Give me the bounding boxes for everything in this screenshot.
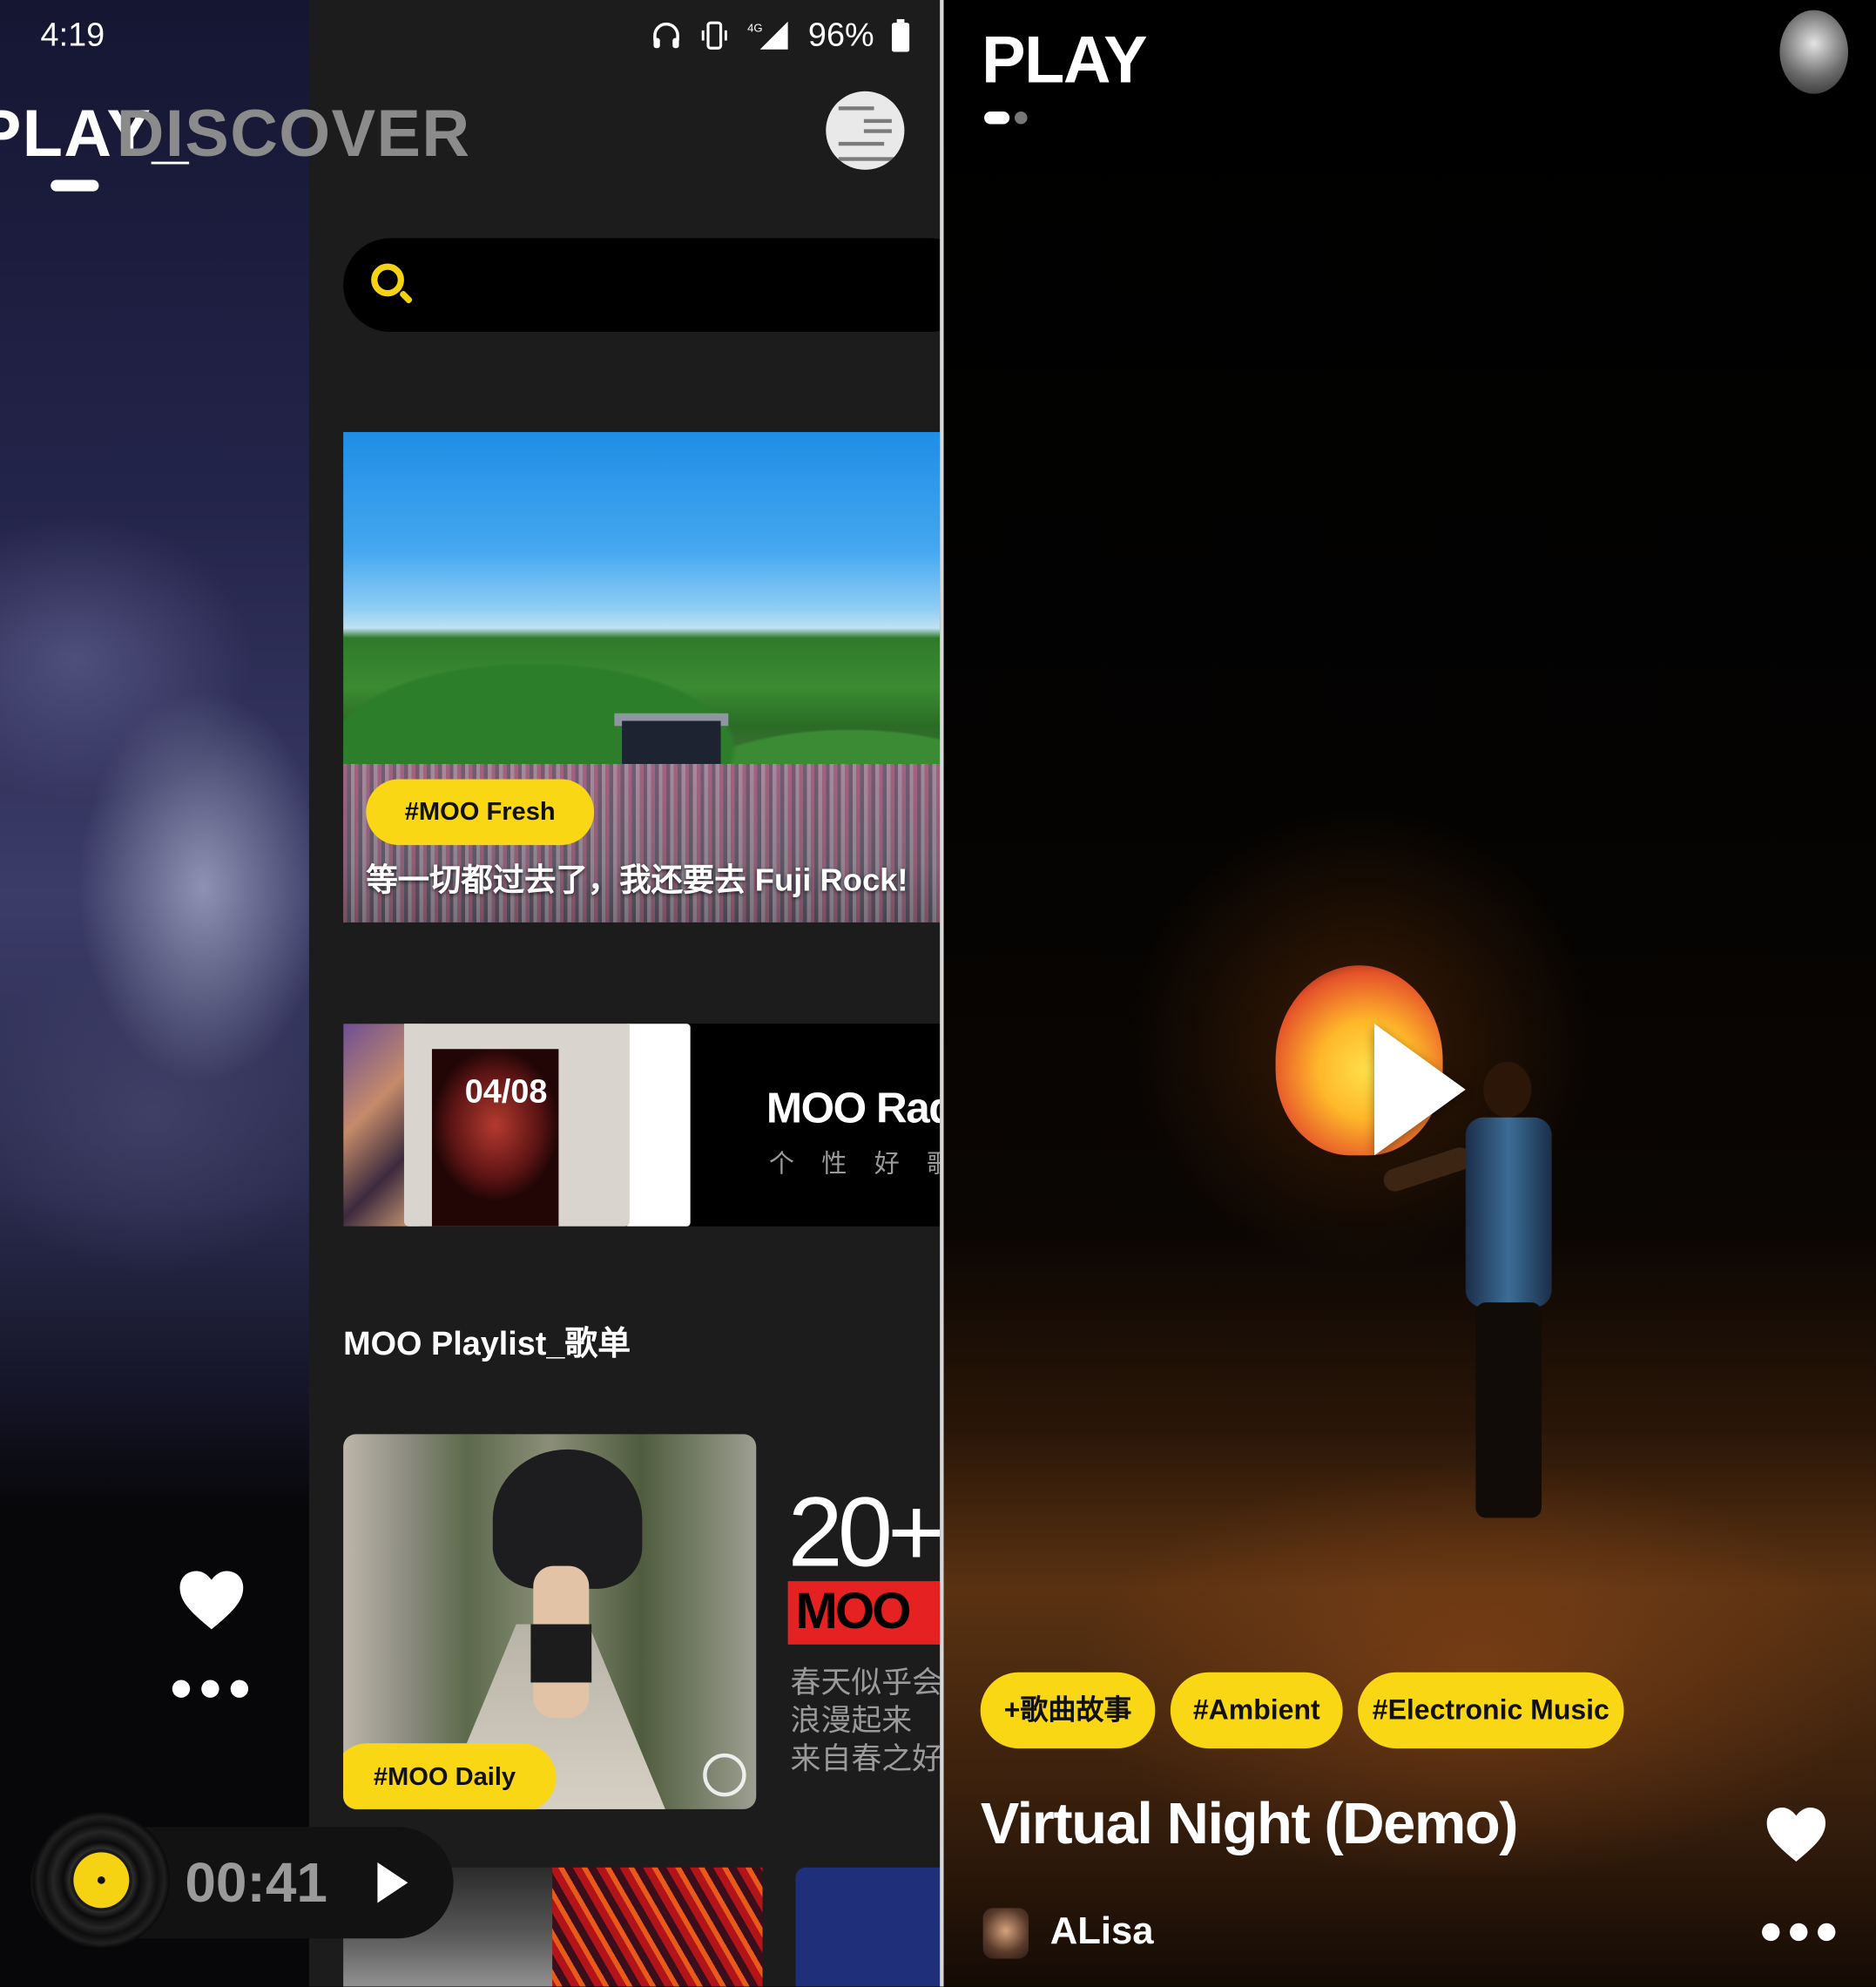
status-icons: 4G 96%: [651, 15, 910, 54]
more-options-icon[interactable]: [172, 1679, 249, 1698]
play-button[interactable]: [1374, 1024, 1466, 1156]
discover-panel: 4G 96% DISCOVER #MOO Fresh 等一切都过去了，我还要去 …: [308, 0, 941, 1987]
tab-active-indicator: [51, 179, 99, 192]
vinyl-record-icon: [32, 1811, 170, 1949]
headphones-icon: [653, 22, 679, 48]
app-screen: 4:19 PLAY_ 4G 96% DISCOVER: [0, 0, 1876, 1987]
promo-line: 来自春之好: [790, 1741, 941, 1777]
playlist-thumbnail[interactable]: [795, 1867, 941, 1987]
search-input[interactable]: [343, 238, 941, 333]
song-title: Virtual Night (Demo): [980, 1790, 1519, 1856]
elapsed-time: 00:41: [185, 1852, 328, 1915]
mini-player[interactable]: 00:41: [30, 1811, 454, 1949]
user-avatar[interactable]: [1779, 10, 1848, 94]
vibrate-icon: [701, 20, 727, 50]
moo-daily-tag[interactable]: #MOO Daily: [343, 1743, 557, 1809]
moo-radio-card[interactable]: 04/08 MOO Rad 个 性 好 歌 推: [343, 1024, 941, 1227]
network-label: 4G: [747, 21, 762, 34]
person-image: [1380, 1061, 1564, 1518]
artist-avatar[interactable]: [982, 1908, 1029, 1959]
play-title: PLAY: [982, 24, 1147, 98]
heart-icon[interactable]: [1765, 1804, 1828, 1865]
play-icon[interactable]: [377, 1862, 408, 1903]
radio-title: MOO Rad: [766, 1084, 941, 1133]
storm-background: [0, 0, 312, 1987]
user-avatar[interactable]: [826, 91, 905, 170]
tab-discover-header[interactable]: DISCOVER: [117, 97, 471, 172]
battery-icon: [891, 18, 910, 51]
radio-date: 04/08: [464, 1071, 548, 1111]
radio-subtitle: 个 性 好 歌 推: [768, 1150, 940, 1179]
play-panel: PLAY +歌曲故事 #Ambient #Electronic Music Vi…: [943, 0, 1876, 1987]
music-note-icon: [703, 1753, 746, 1797]
tag-song-story[interactable]: +歌曲故事: [980, 1672, 1156, 1749]
battery-percent: 96%: [807, 15, 874, 54]
playlist-thumbnail[interactable]: [552, 1867, 763, 1987]
moo-fresh-tag[interactable]: #MOO Fresh: [366, 779, 595, 846]
tag-ambient[interactable]: #Ambient: [1170, 1672, 1343, 1749]
tag-electronic-music[interactable]: #Electronic Music: [1358, 1672, 1624, 1749]
search-icon: [371, 263, 404, 297]
promo-number: 20+: [787, 1476, 941, 1588]
artist-name[interactable]: ALisa: [1050, 1910, 1154, 1953]
status-time: 4:19: [40, 15, 105, 54]
heart-icon[interactable]: [178, 1569, 246, 1632]
page-indicator-active: [984, 111, 1010, 125]
banner-title: 等一切都过去了，我还要去 Fuji Rock!: [366, 862, 908, 899]
record-sleeve: 04/08: [403, 1024, 630, 1227]
featured-banner[interactable]: #MOO Fresh 等一切都过去了，我还要去 Fuji Rock!: [343, 431, 941, 923]
signal-icon: 4G: [747, 21, 788, 49]
more-options-icon[interactable]: [1762, 1923, 1836, 1942]
moo-daily-playlist-card[interactable]: #MOO Daily: [343, 1434, 757, 1809]
playlist-section-title: MOO Playlist_歌单: [343, 1323, 631, 1362]
page-indicator: [1014, 111, 1028, 125]
promo-brand: MOO: [787, 1581, 941, 1645]
